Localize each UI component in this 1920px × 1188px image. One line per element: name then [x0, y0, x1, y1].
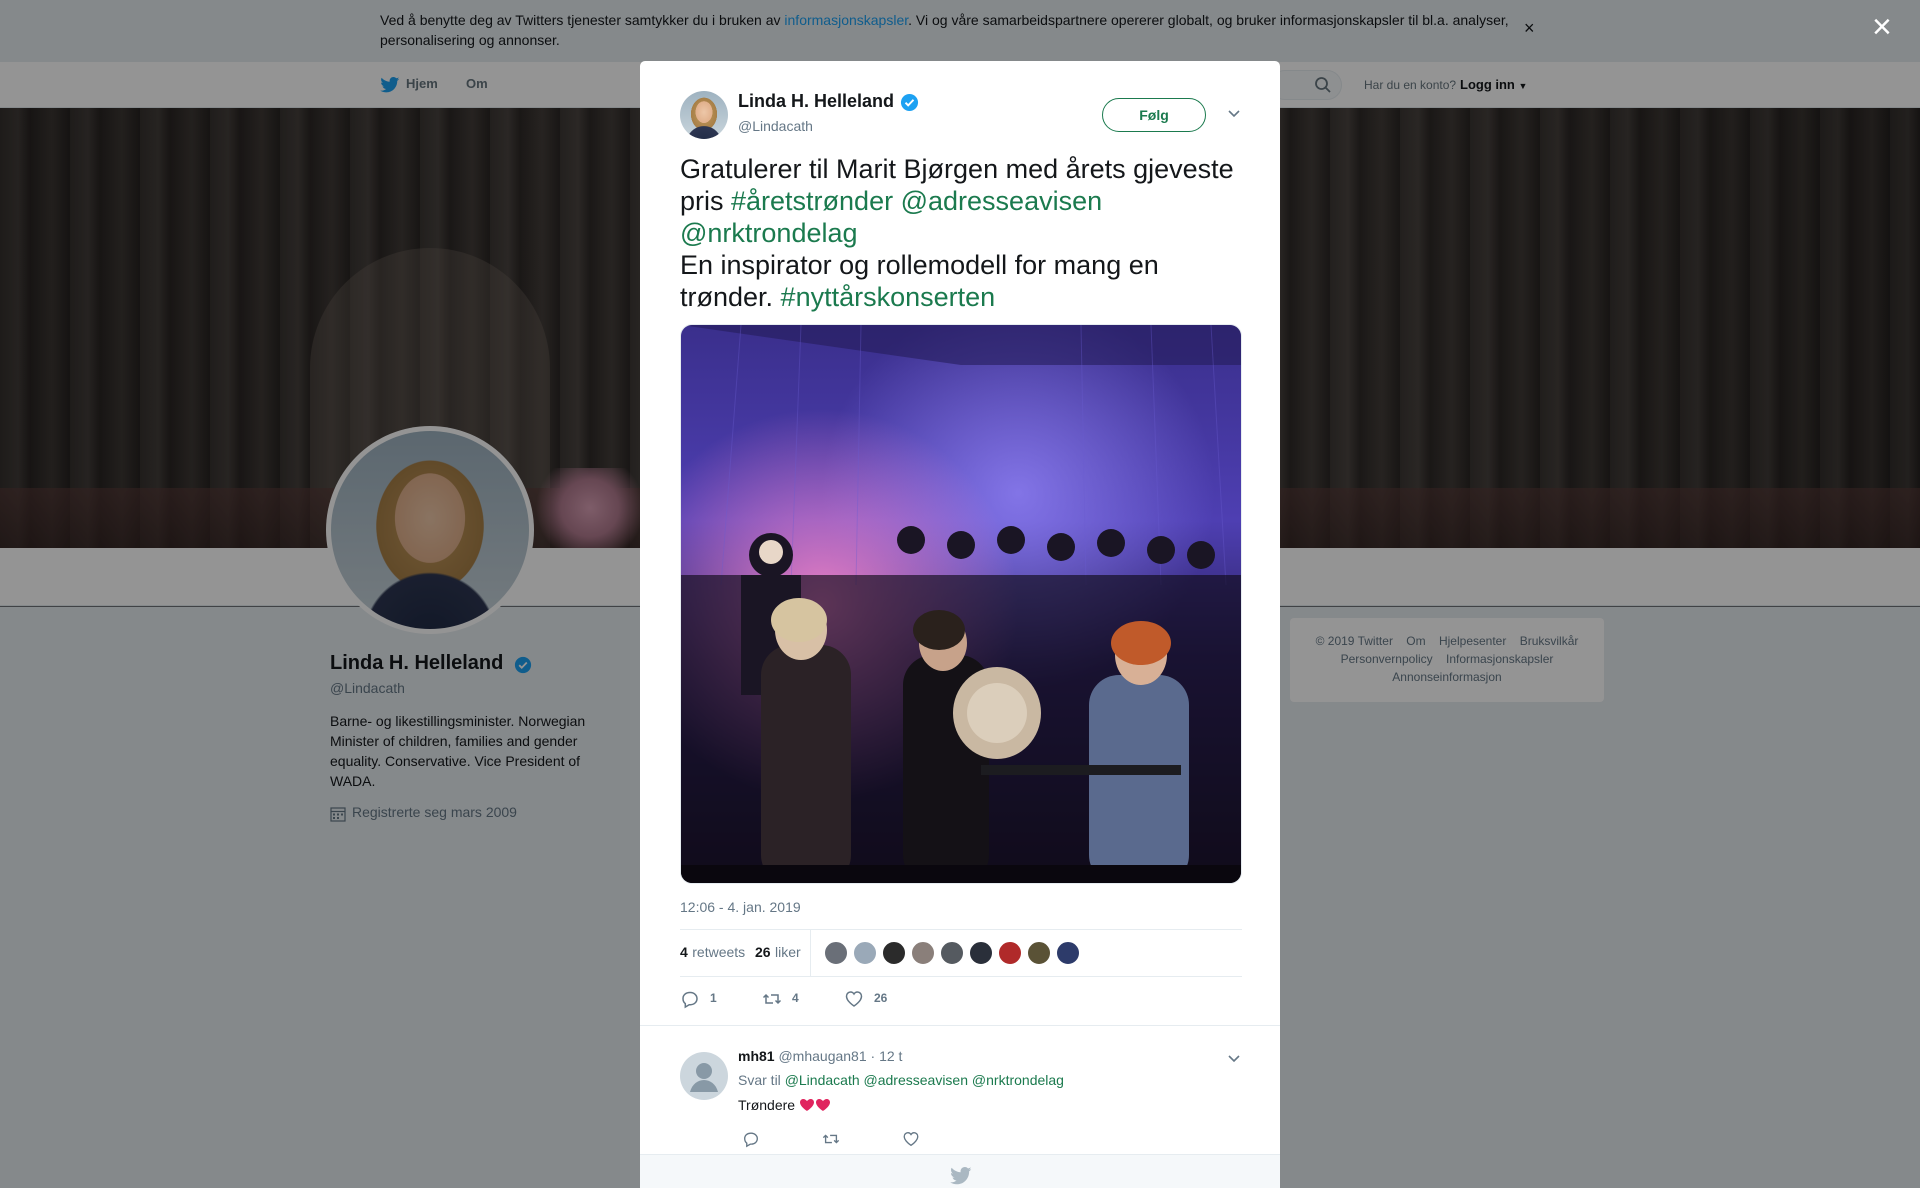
chevron-down-icon[interactable] [1226, 1050, 1242, 1066]
reply-header: mh81 @mhaugan81 · 12 t [738, 1048, 902, 1064]
sparkling-heart-emoji-icon [815, 1099, 830, 1111]
reply-text: Trøndere [738, 1097, 831, 1113]
liker-avatar[interactable] [997, 940, 1023, 966]
reply-handle[interactable]: @mhaugan81 [778, 1048, 866, 1064]
liker-avatar[interactable] [1055, 940, 1081, 966]
retweet-count: 4 [792, 991, 799, 1005]
mention-link[interactable]: @adresseavisen [901, 186, 1103, 216]
twitter-bird-icon [950, 1167, 972, 1185]
reply-icon[interactable] [742, 1130, 760, 1148]
chevron-down-icon[interactable] [1226, 105, 1242, 121]
reply-icon [682, 991, 698, 1009]
reply-to-line: Svar til @Lindacath @adresseavisen @nrkt… [738, 1072, 1064, 1088]
sparkling-heart-emoji-icon [799, 1099, 814, 1111]
author-name[interactable]: Linda H. Helleland [738, 91, 894, 112]
reply-count: 1 [710, 991, 717, 1005]
mention-link[interactable]: @Lindacath [785, 1072, 860, 1088]
liker-avatar[interactable] [852, 940, 878, 966]
author-avatar[interactable] [680, 91, 728, 139]
likes-stat[interactable]: 26 liker [755, 944, 801, 962]
retweets-stat[interactable]: 4 retweets [680, 944, 745, 962]
reply-time[interactable]: · 12 t [871, 1048, 903, 1064]
reply-username[interactable]: mh81 [738, 1048, 775, 1064]
tweet-modal: Linda H. Helleland @Lindacath Følg Gratu… [640, 61, 1280, 1188]
hashtag-link[interactable]: #åretstrønder [731, 186, 893, 216]
liker-avatar[interactable] [968, 940, 994, 966]
tweet-photo[interactable] [680, 324, 1242, 884]
liker-avatar[interactable] [823, 940, 849, 966]
author-handle[interactable]: @Lindacath [738, 118, 813, 134]
concert-photo-image [681, 325, 1241, 883]
tweet-timestamp[interactable]: 12:06 - 4. jan. 2019 [680, 899, 801, 915]
liker-avatar[interactable] [1026, 940, 1052, 966]
like-count: 26 [874, 991, 888, 1005]
verified-badge-icon [900, 93, 919, 112]
heart-icon [845, 991, 863, 1007]
default-avatar[interactable] [680, 1052, 728, 1100]
retweet-icon[interactable] [822, 1130, 840, 1148]
close-modal-button[interactable]: × [1872, 10, 1892, 44]
tweet-text: Gratulerer til Marit Bjørgen med årets g… [680, 154, 1234, 312]
liker-avatar[interactable] [910, 940, 936, 966]
default-user-icon [690, 1063, 718, 1092]
retweet-icon [762, 993, 782, 1005]
follow-button[interactable]: Følg [1102, 98, 1206, 132]
tweet-stats: 4 retweets 26 liker [680, 929, 1242, 977]
liker-avatar[interactable] [939, 940, 965, 966]
mention-link[interactable]: @adresseavisen [864, 1072, 969, 1088]
modal-footer [640, 1154, 1280, 1188]
liker-avatar[interactable] [881, 940, 907, 966]
mention-link[interactable]: @nrktrondelag [680, 218, 858, 248]
heart-icon[interactable] [902, 1130, 920, 1148]
hashtag-link[interactable]: #nyttårskonserten [781, 282, 996, 312]
mention-link[interactable]: @nrktrondelag [972, 1072, 1064, 1088]
